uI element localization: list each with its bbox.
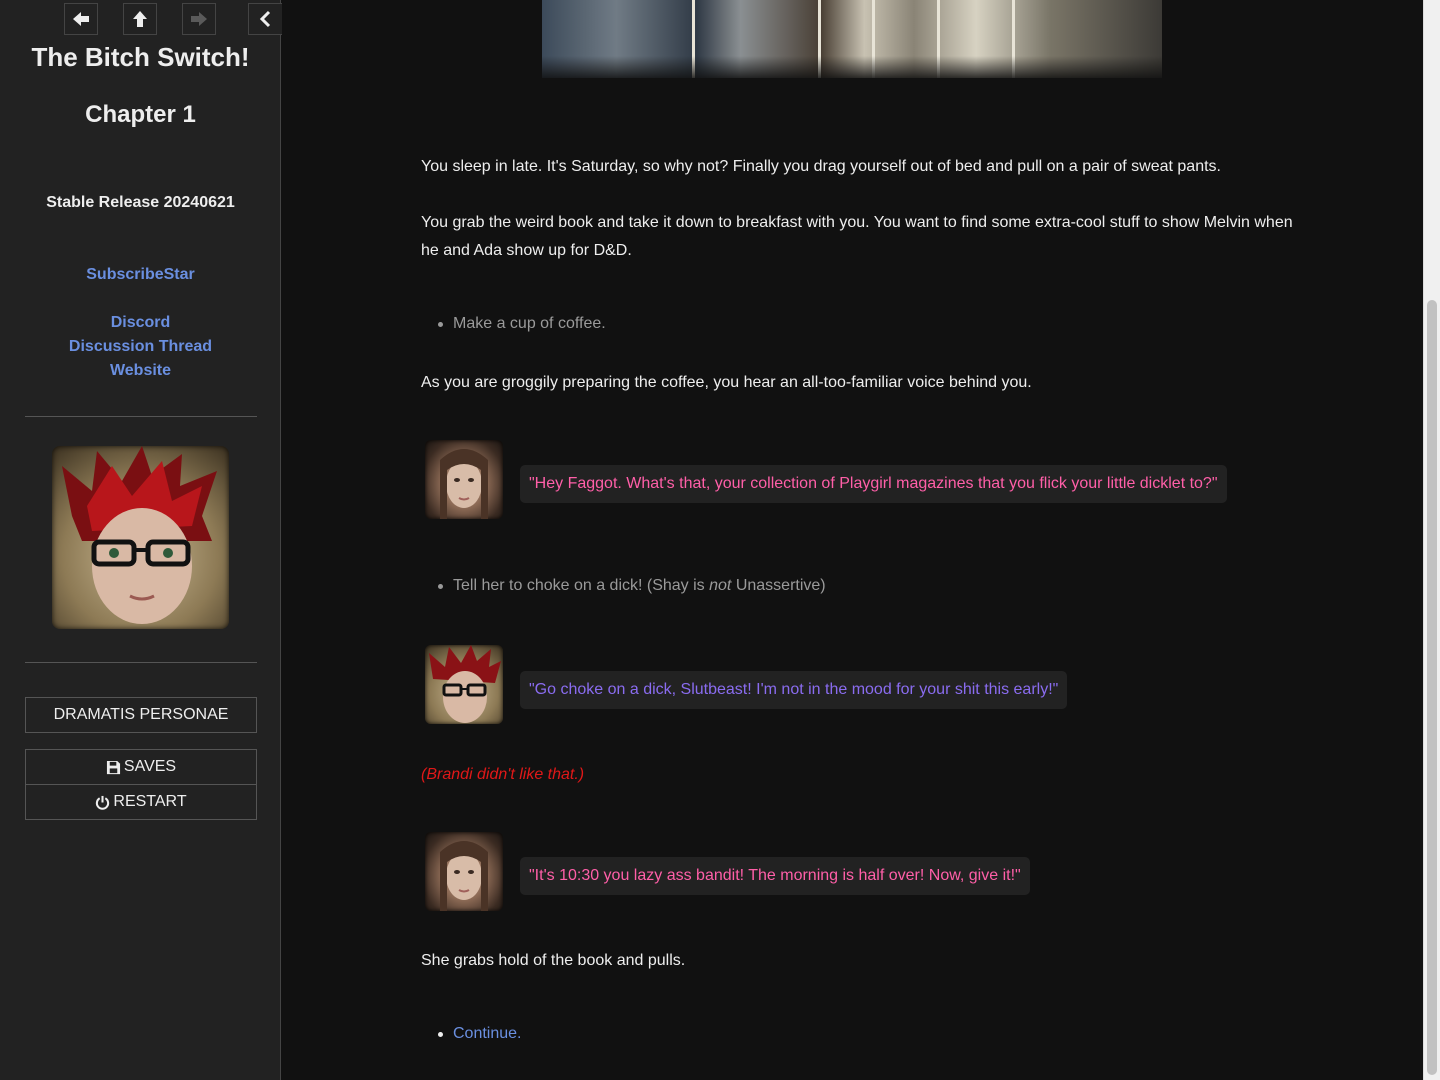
- history-forward-button[interactable]: [182, 3, 216, 35]
- discussion-thread-link[interactable]: Discussion Thread: [0, 338, 281, 356]
- arrow-left-icon: [73, 12, 89, 26]
- scrollbar-thumb[interactable]: [1427, 300, 1437, 1075]
- sidebar: The Bitch Switch! Chapter 1 Stable Relea…: [0, 0, 282, 1080]
- restart-button[interactable]: RESTART: [25, 784, 257, 820]
- chevron-left-icon: [259, 10, 270, 28]
- visited-choice: Tell her to choke on a dick! (Shay is no…: [438, 576, 826, 596]
- player-portrait: [52, 446, 229, 629]
- brandi-avatar: [425, 440, 503, 519]
- passage-paragraph: You sleep in late. It's Saturday, so why…: [421, 158, 1221, 175]
- story-title: The Bitch Switch!: [31, 42, 250, 72]
- shay-avatar: [425, 645, 503, 724]
- divider: [25, 662, 257, 663]
- brandi-speech-bubble: "It's 10:30 you lazy ass bandit! The mor…: [520, 857, 1030, 895]
- player-portrait-art: [62, 446, 217, 624]
- floppy-disk-icon: [106, 760, 120, 774]
- saves-label: SAVES: [123, 758, 177, 775]
- dramatis-personae-button[interactable]: DRAMATIS PERSONAE: [25, 697, 257, 733]
- passage-paragraph: You grab the weird book and take it down…: [421, 214, 1293, 259]
- arrow-up-icon: [133, 11, 147, 27]
- passage-paragraph: She grabs hold of the book and pulls.: [421, 952, 686, 969]
- choice-emphasis: not: [709, 577, 732, 594]
- jump-to-button[interactable]: [123, 3, 157, 35]
- brandi-speech-bubble: "Hey Faggot. What's that, your collectio…: [520, 465, 1227, 503]
- website-link[interactable]: Website: [0, 362, 281, 380]
- release-label: Stable Release 20240621: [46, 194, 235, 211]
- dramatis-personae-label: DRAMATIS PERSONAE: [53, 706, 229, 723]
- arrow-right-icon: [191, 12, 207, 26]
- saves-button[interactable]: SAVES: [25, 749, 257, 785]
- choice-text: Tell her to choke on a dick! (Shay is: [453, 577, 710, 594]
- subscribestar-link[interactable]: SubscribeStar: [0, 266, 281, 284]
- visited-choice: Make a cup of coffee.: [438, 315, 606, 332]
- divider: [25, 416, 257, 417]
- brandi-avatar: [425, 832, 503, 911]
- discord-link[interactable]: Discord: [0, 314, 281, 332]
- shay-speech-bubble: "Go choke on a dick, Slutbeast! I'm not …: [520, 671, 1068, 709]
- continue-link[interactable]: Continue.: [438, 1024, 522, 1044]
- restart-label: RESTART: [113, 793, 187, 810]
- sidebar-toggle-button[interactable]: [248, 3, 282, 35]
- passage-paragraph: As you are groggily preparing the coffee…: [421, 374, 1032, 391]
- chapter-title: Chapter 1: [85, 101, 196, 128]
- page-scrollbar[interactable]: [1423, 0, 1440, 1080]
- history-back-button[interactable]: [64, 3, 98, 35]
- scene-banner-image: [542, 0, 1162, 78]
- relationship-reaction: (Brandi didn't like that.): [421, 766, 585, 783]
- choice-text: Unassertive): [731, 577, 826, 594]
- power-icon: [96, 795, 110, 810]
